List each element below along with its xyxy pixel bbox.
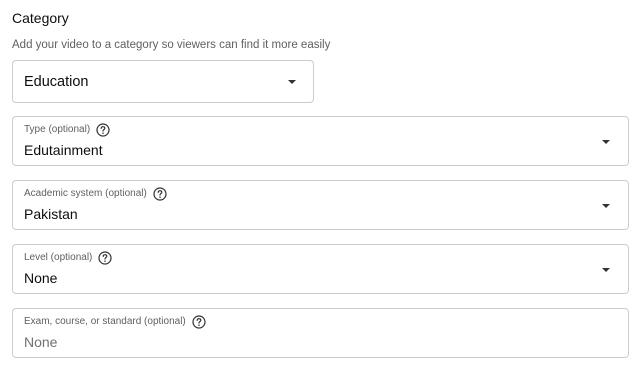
academic-system-label: Academic system (optional) [24,187,167,201]
academic-system-label-text: Academic system (optional) [24,188,147,199]
dropdown-caret-icon [602,204,610,208]
level-select[interactable]: Level (optional) None [12,244,629,294]
type-label-text: Type (optional) [24,124,91,135]
dropdown-caret-icon [602,140,610,144]
dropdown-caret-icon [602,268,610,272]
category-title: Category [12,10,69,26]
type-select[interactable]: Type (optional) Edutainment [12,116,629,166]
type-value: Edutainment [24,142,103,158]
academic-system-value: Pakistan [24,206,78,222]
level-label: Level (optional) [24,251,112,265]
exam-label-text: Exam, course, or standard (optional) [24,316,186,327]
category-selected-value: Education [24,74,89,90]
help-circle-icon[interactable] [192,315,206,329]
level-label-text: Level (optional) [24,252,93,263]
academic-system-select[interactable]: Academic system (optional) Pakistan [12,180,629,230]
level-value: None [24,270,58,286]
exam-placeholder: None [24,334,58,350]
dropdown-caret-icon [288,80,296,84]
exam-label: Exam, course, or standard (optional) [24,315,206,329]
category-select[interactable]: Education [12,60,314,103]
help-circle-icon[interactable] [153,187,167,201]
help-circle-icon[interactable] [96,123,110,137]
exam-course-standard-field[interactable]: Exam, course, or standard (optional) Non… [12,308,629,358]
help-circle-icon[interactable] [98,251,112,265]
type-label: Type (optional) [24,123,110,137]
category-description: Add your video to a category so viewers … [12,39,331,51]
